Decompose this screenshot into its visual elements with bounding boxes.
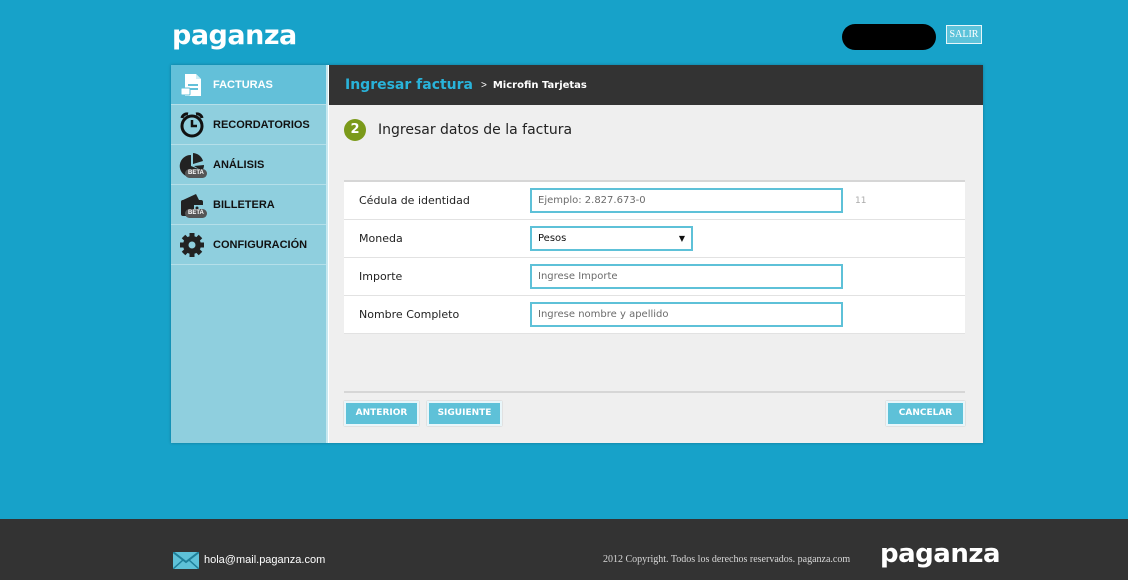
copyright-text: 2012 Copyright. Todos los derechos reser… xyxy=(603,554,851,565)
sidebar-item-billetera[interactable]: BETA BILLETERA xyxy=(171,185,326,225)
footer: hola@mail.paganza.com 2012 Copyright. To… xyxy=(0,519,1128,580)
sidebar-item-facturas[interactable]: FACTURAS xyxy=(171,65,326,105)
document-icon xyxy=(179,72,205,98)
wallet-icon: BETA xyxy=(179,192,207,218)
step-number-badge: 2 xyxy=(344,119,366,141)
contact-email-link[interactable]: hola@mail.paganza.com xyxy=(204,554,325,566)
form-row-nombre: Nombre Completo Ingrese nombre y apellid… xyxy=(344,296,965,334)
beta-badge: BETA xyxy=(185,208,207,218)
sidebar-item-analisis[interactable]: BETA ANÁLISIS xyxy=(171,145,326,185)
gear-icon xyxy=(179,232,205,258)
form-actions: ANTERIOR SIGUIENTE CANCELAR xyxy=(344,391,965,426)
breadcrumb: Ingresar factura > Microfin Tarjetas xyxy=(329,65,983,105)
moneda-select[interactable]: Pesos ▼ xyxy=(530,226,693,251)
breadcrumb-main[interactable]: Ingresar factura xyxy=(345,77,473,93)
footer-logo: paganza xyxy=(880,539,1001,569)
sidebar-item-label: FACTURAS xyxy=(213,78,273,91)
user-menu[interactable] xyxy=(842,24,936,50)
mail-icon xyxy=(172,551,200,570)
sidebar-item-label: ANÁLISIS xyxy=(213,158,265,171)
form-row-moneda: Moneda Pesos ▼ xyxy=(344,220,965,258)
moneda-select-value: Pesos xyxy=(538,233,567,244)
breadcrumb-current: Microfin Tarjetas xyxy=(492,79,587,91)
sidebar-item-label: RECORDATORIOS xyxy=(213,118,310,131)
alarm-clock-icon xyxy=(179,111,205,138)
logout-button[interactable]: SALIR xyxy=(946,25,982,44)
sidebar-item-label: BILLETERA xyxy=(213,198,275,211)
pie-chart-icon: BETA xyxy=(179,152,207,178)
cedula-char-counter: 11 xyxy=(855,195,867,206)
page-title: Ingresar datos de la factura xyxy=(378,122,573,138)
next-button[interactable]: SIGUIENTE xyxy=(427,401,502,426)
previous-button[interactable]: ANTERIOR xyxy=(344,401,419,426)
importe-input[interactable]: Ingrese Importe xyxy=(530,264,843,289)
sidebar-item-recordatorios[interactable]: RECORDATORIOS xyxy=(171,105,326,145)
beta-badge: BETA xyxy=(185,168,207,178)
nombre-label: Nombre Completo xyxy=(359,308,460,321)
step-heading: 2 Ingresar datos de la factura xyxy=(344,119,572,141)
cancel-button[interactable]: CANCELAR xyxy=(886,401,965,426)
nombre-input[interactable]: Ingrese nombre y apellido xyxy=(530,302,843,327)
sidebar-item-label: CONFIGURACIÓN xyxy=(213,238,308,251)
sidebar-item-configuracion[interactable]: CONFIGURACIÓN xyxy=(171,225,326,265)
breadcrumb-separator: > xyxy=(481,79,487,91)
sidebar: FACTURAS RECORDATORIOS BETA ANÁLISIS BET… xyxy=(171,65,328,443)
invoice-form: Cédula de identidad Ejemplo: 2.827.673-0… xyxy=(344,180,965,334)
cedula-label: Cédula de identidad xyxy=(359,194,470,207)
moneda-label: Moneda xyxy=(359,232,403,245)
cedula-input[interactable]: Ejemplo: 2.827.673-0 xyxy=(530,188,843,213)
dropdown-arrow-icon: ▼ xyxy=(678,234,685,243)
content-panel: Ingresar factura > Microfin Tarjetas 2 I… xyxy=(329,65,983,443)
form-row-importe: Importe Ingrese Importe xyxy=(344,258,965,296)
form-row-cedula: Cédula de identidad Ejemplo: 2.827.673-0… xyxy=(344,182,965,220)
paganza-logo[interactable]: paganza xyxy=(172,20,297,51)
main-card: FACTURAS RECORDATORIOS BETA ANÁLISIS BET… xyxy=(171,65,983,443)
importe-label: Importe xyxy=(359,270,403,283)
